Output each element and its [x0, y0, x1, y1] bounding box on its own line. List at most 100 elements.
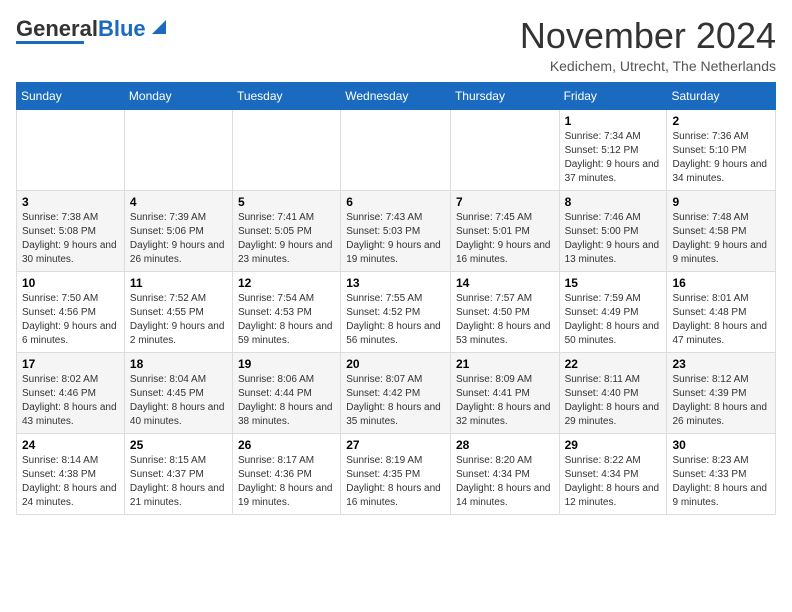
- calendar-cell: 4Sunrise: 7:39 AM Sunset: 5:06 PM Daylig…: [124, 190, 232, 271]
- day-number: 28: [456, 438, 554, 452]
- day-info: Sunrise: 7:57 AM Sunset: 4:50 PM Dayligh…: [456, 292, 554, 348]
- calendar-cell: 25Sunrise: 8:15 AM Sunset: 4:37 PM Dayli…: [124, 433, 232, 514]
- day-info: Sunrise: 7:43 AM Sunset: 5:03 PM Dayligh…: [346, 211, 445, 267]
- col-monday: Monday: [124, 82, 232, 109]
- calendar-week-row: 1Sunrise: 7:34 AM Sunset: 5:12 PM Daylig…: [17, 109, 776, 190]
- calendar-cell: 5Sunrise: 7:41 AM Sunset: 5:05 PM Daylig…: [232, 190, 340, 271]
- day-number: 9: [672, 195, 770, 209]
- day-number: 10: [22, 276, 119, 290]
- calendar-cell: 22 Sunrise: 8:11 AM Sunset: 4:40 PM Dayli…: [559, 352, 667, 433]
- day-number: 16: [672, 276, 770, 290]
- day-info: Sunrise: 7:54 AM Sunset: 4:53 PM Dayligh…: [238, 292, 335, 348]
- logo: GeneralBlue: [16, 16, 170, 44]
- day-info: Sunrise: 8:19 AM Sunset: 4:35 PM Dayligh…: [346, 454, 445, 510]
- calendar-table: Sunday Monday Tuesday Wednesday Thursday…: [16, 82, 776, 515]
- day-info: Sunrise: 8:01 AM Sunset: 4:48 PM Dayligh…: [672, 292, 770, 348]
- day-info: Sunrise: 8:11 AM Sunset: 4:40 PM Dayligh…: [565, 373, 662, 429]
- day-number: 30: [672, 438, 770, 452]
- day-info: Sunrise: 7:38 AM Sunset: 5:08 PM Dayligh…: [22, 211, 119, 267]
- logo-underline: [16, 41, 84, 44]
- calendar-cell: 2 Sunrise: 7:36 AM Sunset: 5:10 PM Daylig…: [667, 109, 776, 190]
- calendar-cell: 18Sunrise: 8:04 AM Sunset: 4:45 PM Dayli…: [124, 352, 232, 433]
- day-number: 29: [565, 438, 662, 452]
- month-title: November 2024: [520, 16, 776, 56]
- day-info: Sunrise: 7:34 AM Sunset: 5:12 PM Dayligh…: [565, 130, 662, 186]
- calendar-week-row: 10 Sunrise: 7:50 AM Sunset: 4:56 PM Dayli…: [17, 271, 776, 352]
- calendar-cell: 3 Sunrise: 7:38 AM Sunset: 5:08 PM Daylig…: [17, 190, 125, 271]
- calendar-cell: 13 Sunrise: 7:55 AM Sunset: 4:52 PM Dayli…: [341, 271, 451, 352]
- day-number: 3: [22, 195, 119, 209]
- day-info: Sunrise: 8:23 AM Sunset: 4:33 PM Dayligh…: [672, 454, 770, 510]
- calendar-cell: 14 Sunrise: 7:57 AM Sunset: 4:50 PM Dayli…: [450, 271, 559, 352]
- day-info: Sunrise: 8:12 AM Sunset: 4:39 PM Dayligh…: [672, 373, 770, 429]
- day-info: Sunrise: 8:20 AM Sunset: 4:34 PM Dayligh…: [456, 454, 554, 510]
- calendar-header-row: Sunday Monday Tuesday Wednesday Thursday…: [17, 82, 776, 109]
- logo-arrow-icon: [148, 16, 170, 38]
- page-header: GeneralBlue November 2024 Kedichem, Utre…: [16, 16, 776, 74]
- day-info: Sunrise: 7:48 AM Sunset: 4:58 PM Dayligh…: [672, 211, 770, 267]
- calendar-cell: [124, 109, 232, 190]
- day-number: 11: [130, 276, 227, 290]
- calendar-cell: 8 Sunrise: 7:46 AM Sunset: 5:00 PM Daylig…: [559, 190, 667, 271]
- calendar-week-row: 3 Sunrise: 7:38 AM Sunset: 5:08 PM Daylig…: [17, 190, 776, 271]
- day-info: Sunrise: 8:09 AM Sunset: 4:41 PM Dayligh…: [456, 373, 554, 429]
- calendar-cell: 24 Sunrise: 8:14 AM Sunset: 4:38 PM Dayli…: [17, 433, 125, 514]
- calendar-cell: 30 Sunrise: 8:23 AM Sunset: 4:33 PM Dayli…: [667, 433, 776, 514]
- day-number: 8: [565, 195, 662, 209]
- calendar-cell: 29 Sunrise: 8:22 AM Sunset: 4:34 PM Dayli…: [559, 433, 667, 514]
- day-info: Sunrise: 7:50 AM Sunset: 4:56 PM Dayligh…: [22, 292, 119, 348]
- col-sunday: Sunday: [17, 82, 125, 109]
- day-info: Sunrise: 7:52 AM Sunset: 4:55 PM Dayligh…: [130, 292, 227, 348]
- day-number: 22: [565, 357, 662, 371]
- calendar-cell: [450, 109, 559, 190]
- day-info: Sunrise: 8:14 AM Sunset: 4:38 PM Dayligh…: [22, 454, 119, 510]
- calendar-cell: [232, 109, 340, 190]
- calendar-cell: 17Sunrise: 8:02 AM Sunset: 4:46 PM Dayli…: [17, 352, 125, 433]
- day-number: 19: [238, 357, 335, 371]
- day-info: Sunrise: 7:46 AM Sunset: 5:00 PM Dayligh…: [565, 211, 662, 267]
- day-info: Sunrise: 8:22 AM Sunset: 4:34 PM Dayligh…: [565, 454, 662, 510]
- day-number: 5: [238, 195, 335, 209]
- col-tuesday: Tuesday: [232, 82, 340, 109]
- day-info: Sunrise: 7:45 AM Sunset: 5:01 PM Dayligh…: [456, 211, 554, 267]
- calendar-cell: 6Sunrise: 7:43 AM Sunset: 5:03 PM Daylig…: [341, 190, 451, 271]
- day-number: 13: [346, 276, 445, 290]
- location-subtitle: Kedichem, Utrecht, The Netherlands: [520, 58, 776, 74]
- day-info: Sunrise: 8:06 AM Sunset: 4:44 PM Dayligh…: [238, 373, 335, 429]
- day-number: 7: [456, 195, 554, 209]
- calendar-cell: [341, 109, 451, 190]
- col-wednesday: Wednesday: [341, 82, 451, 109]
- calendar-cell: 12 Sunrise: 7:54 AM Sunset: 4:53 PM Dayli…: [232, 271, 340, 352]
- day-info: Sunrise: 8:07 AM Sunset: 4:42 PM Dayligh…: [346, 373, 445, 429]
- calendar-cell: 10 Sunrise: 7:50 AM Sunset: 4:56 PM Dayli…: [17, 271, 125, 352]
- calendar-cell: 1Sunrise: 7:34 AM Sunset: 5:12 PM Daylig…: [559, 109, 667, 190]
- day-number: 14: [456, 276, 554, 290]
- day-info: Sunrise: 7:36 AM Sunset: 5:10 PM Dayligh…: [672, 130, 770, 186]
- day-number: 26: [238, 438, 335, 452]
- calendar-cell: 9 Sunrise: 7:48 AM Sunset: 4:58 PM Daylig…: [667, 190, 776, 271]
- day-info: Sunrise: 8:17 AM Sunset: 4:36 PM Dayligh…: [238, 454, 335, 510]
- calendar-cell: 7 Sunrise: 7:45 AM Sunset: 5:01 PM Daylig…: [450, 190, 559, 271]
- day-info: Sunrise: 8:04 AM Sunset: 4:45 PM Dayligh…: [130, 373, 227, 429]
- day-number: 24: [22, 438, 119, 452]
- calendar-cell: 23Sunrise: 8:12 AM Sunset: 4:39 PM Dayli…: [667, 352, 776, 433]
- calendar-week-row: 24 Sunrise: 8:14 AM Sunset: 4:38 PM Dayli…: [17, 433, 776, 514]
- day-number: 12: [238, 276, 335, 290]
- col-thursday: Thursday: [450, 82, 559, 109]
- calendar-cell: 21Sunrise: 8:09 AM Sunset: 4:41 PM Dayli…: [450, 352, 559, 433]
- day-number: 2: [672, 114, 770, 128]
- calendar-cell: 26 Sunrise: 8:17 AM Sunset: 4:36 PM Dayli…: [232, 433, 340, 514]
- calendar-cell: 16 Sunrise: 8:01 AM Sunset: 4:48 PM Dayli…: [667, 271, 776, 352]
- calendar-cell: [17, 109, 125, 190]
- day-info: Sunrise: 7:59 AM Sunset: 4:49 PM Dayligh…: [565, 292, 662, 348]
- day-info: Sunrise: 7:55 AM Sunset: 4:52 PM Dayligh…: [346, 292, 445, 348]
- calendar-cell: 27Sunrise: 8:19 AM Sunset: 4:35 PM Dayli…: [341, 433, 451, 514]
- col-friday: Friday: [559, 82, 667, 109]
- col-saturday: Saturday: [667, 82, 776, 109]
- calendar-week-row: 17Sunrise: 8:02 AM Sunset: 4:46 PM Dayli…: [17, 352, 776, 433]
- day-number: 4: [130, 195, 227, 209]
- calendar-cell: 28 Sunrise: 8:20 AM Sunset: 4:34 PM Dayli…: [450, 433, 559, 514]
- logo-text: GeneralBlue: [16, 18, 146, 40]
- day-number: 15: [565, 276, 662, 290]
- day-number: 25: [130, 438, 227, 452]
